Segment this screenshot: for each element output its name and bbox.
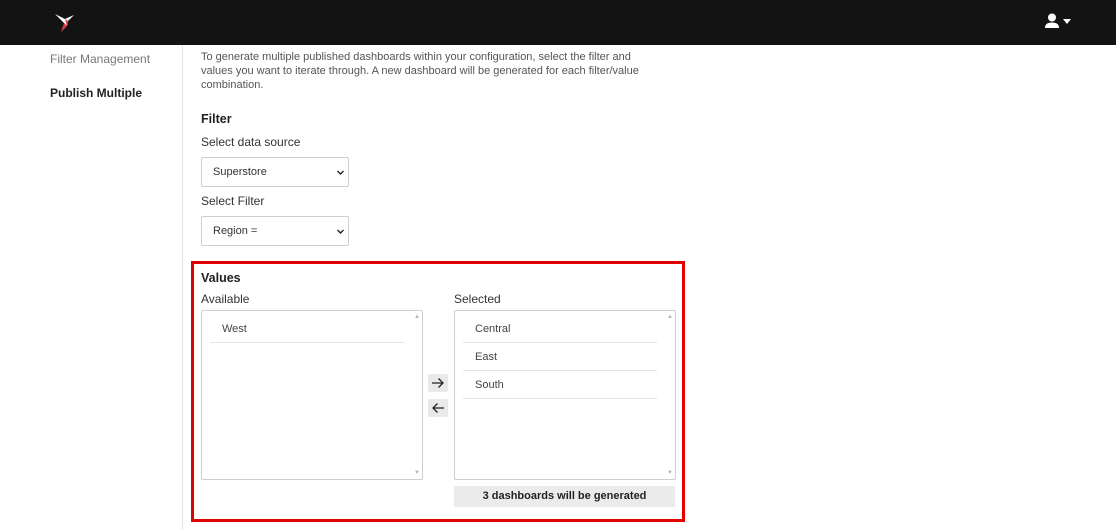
filter-selected-value: Region = [213, 225, 258, 237]
user-menu[interactable] [1044, 13, 1074, 31]
selected-label: Selected [454, 292, 501, 306]
sidebar: Filter Management Publish Multiple [0, 45, 183, 530]
selected-item-central[interactable]: Central [463, 315, 657, 343]
arrow-right-icon [432, 378, 444, 388]
chevron-down-icon [337, 170, 344, 175]
available-item-west[interactable]: West [210, 315, 404, 343]
data-source-select[interactable]: Superstore [201, 157, 349, 187]
top-navigation-bar [0, 0, 1116, 45]
sidebar-item-filter-management[interactable]: Filter Management [50, 52, 150, 66]
scroll-up-icon[interactable]: ▲ [412, 313, 422, 321]
data-source-label: Select data source [201, 135, 301, 149]
hummingbird-logo-icon[interactable] [54, 11, 76, 33]
move-right-button[interactable] [428, 374, 448, 392]
data-source-selected-value: Superstore [213, 166, 267, 178]
dashboards-count-status: 3 dashboards will be generated [454, 486, 675, 507]
intro-text: To generate multiple published dashboard… [201, 51, 639, 91]
available-label: Available [201, 292, 250, 306]
list-item-label: East [475, 351, 498, 363]
filter-select[interactable]: Region = [201, 216, 349, 246]
chevron-down-icon [337, 229, 344, 234]
list-item-label: South [475, 379, 504, 391]
arrow-left-icon [432, 403, 444, 413]
values-section-title: Values [201, 271, 241, 285]
selected-item-south[interactable]: South [463, 371, 657, 399]
scroll-up-icon[interactable]: ▲ [665, 313, 675, 321]
filter-section-title: Filter [201, 112, 232, 126]
scroll-down-icon[interactable]: ▼ [412, 469, 422, 477]
list-item-label: Central [475, 323, 511, 335]
user-icon [1045, 13, 1071, 28]
selected-values-list[interactable]: Central East South ▲ ▼ [454, 310, 676, 480]
scroll-down-icon[interactable]: ▼ [665, 469, 675, 477]
sidebar-item-publish-multiple[interactable]: Publish Multiple [50, 86, 142, 100]
move-left-button[interactable] [428, 399, 448, 417]
list-item-label: West [222, 323, 247, 335]
available-values-list[interactable]: West ▲ ▼ [201, 310, 423, 480]
selected-item-east[interactable]: East [463, 343, 657, 371]
filter-select-label: Select Filter [201, 194, 265, 208]
